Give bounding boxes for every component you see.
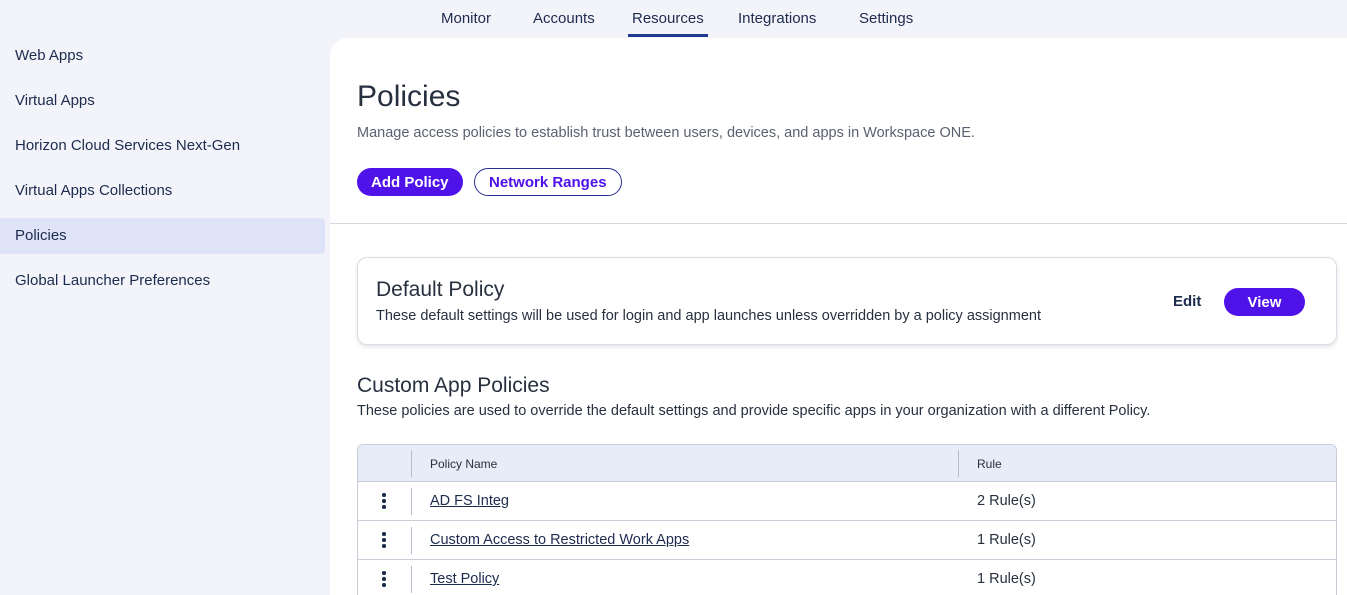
view-default-policy-button[interactable]: View bbox=[1224, 288, 1305, 316]
column-separator[interactable] bbox=[411, 450, 412, 477]
row-separator bbox=[411, 566, 412, 593]
table-row: Test Policy 1 Rule(s) bbox=[358, 560, 1336, 595]
divider bbox=[330, 223, 1347, 224]
policy-name-link[interactable]: Custom Access to Restricted Work Apps bbox=[430, 532, 689, 548]
tab-resources[interactable]: Resources bbox=[628, 0, 708, 38]
column-header-rule[interactable]: Rule bbox=[977, 457, 1002, 471]
default-policy-title: Default Policy bbox=[376, 278, 505, 301]
policy-rule-count: 2 Rule(s) bbox=[977, 493, 1036, 509]
row-separator bbox=[411, 488, 412, 515]
custom-policies-table: Policy Name Rule AD FS Integ 2 Rule(s) C… bbox=[357, 444, 1337, 595]
page-title: Policies bbox=[357, 80, 461, 113]
network-ranges-button[interactable]: Network Ranges bbox=[474, 168, 622, 196]
default-policy-description: These default settings will be used for … bbox=[376, 308, 1041, 324]
tab-accounts[interactable]: Accounts bbox=[533, 0, 595, 38]
custom-policies-title: Custom App Policies bbox=[357, 374, 550, 397]
sidebar-item-horizon-cloud[interactable]: Horizon Cloud Services Next-Gen bbox=[0, 128, 325, 164]
tab-integrations[interactable]: Integrations bbox=[738, 0, 816, 38]
table-row: Custom Access to Restricted Work Apps 1 … bbox=[358, 521, 1336, 560]
sidebar-item-web-apps[interactable]: Web Apps bbox=[0, 38, 325, 74]
column-header-policy-name[interactable]: Policy Name bbox=[430, 457, 497, 471]
sidebar-item-policies[interactable]: Policies bbox=[0, 218, 325, 254]
row-separator bbox=[411, 527, 412, 554]
table-row: AD FS Integ 2 Rule(s) bbox=[358, 482, 1336, 521]
row-actions-kebab-icon[interactable] bbox=[378, 491, 390, 511]
tab-settings[interactable]: Settings bbox=[859, 0, 913, 38]
policy-rule-count: 1 Rule(s) bbox=[977, 571, 1036, 587]
default-policy-card: Default Policy These default settings wi… bbox=[357, 257, 1337, 345]
row-actions-kebab-icon[interactable] bbox=[378, 530, 390, 550]
policy-name-link[interactable]: AD FS Integ bbox=[430, 493, 509, 509]
main-panel: Policies Manage access policies to estab… bbox=[330, 38, 1347, 595]
tab-monitor[interactable]: Monitor bbox=[441, 0, 491, 38]
add-policy-button[interactable]: Add Policy bbox=[357, 168, 463, 196]
row-actions-kebab-icon[interactable] bbox=[378, 569, 390, 589]
policy-name-link[interactable]: Test Policy bbox=[430, 571, 499, 587]
column-separator[interactable] bbox=[958, 450, 959, 477]
page-description: Manage access policies to establish trus… bbox=[357, 125, 975, 141]
sidebar-item-global-launcher-preferences[interactable]: Global Launcher Preferences bbox=[0, 263, 325, 299]
edit-default-policy-link[interactable]: Edit bbox=[1173, 293, 1201, 310]
sidebar-item-virtual-apps-collections[interactable]: Virtual Apps Collections bbox=[0, 173, 325, 209]
sidebar-item-virtual-apps[interactable]: Virtual Apps bbox=[0, 83, 325, 119]
policy-rule-count: 1 Rule(s) bbox=[977, 532, 1036, 548]
top-navigation: Monitor Accounts Resources Integrations … bbox=[0, 0, 1347, 38]
custom-policies-description: These policies are used to override the … bbox=[357, 403, 1151, 419]
sidebar: Web Apps Virtual Apps Horizon Cloud Serv… bbox=[0, 38, 330, 595]
table-header: Policy Name Rule bbox=[358, 445, 1336, 482]
